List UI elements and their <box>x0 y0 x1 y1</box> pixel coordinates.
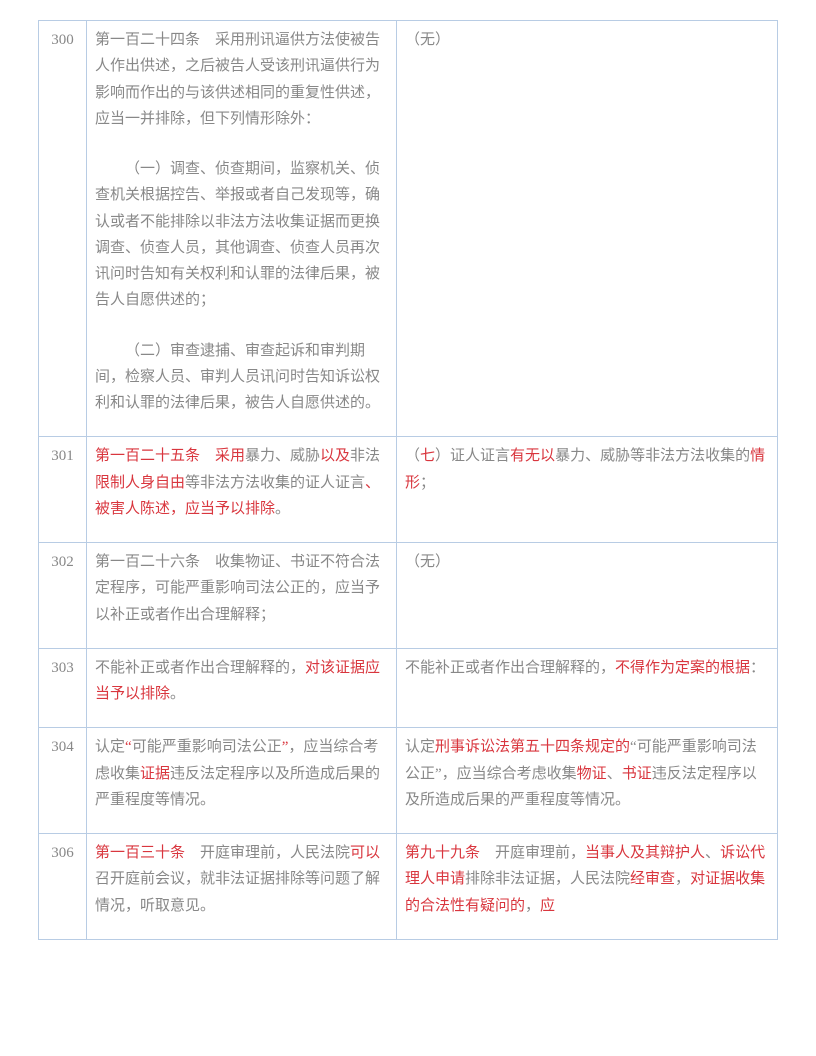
paragraph: （二）审查逮捕、审查起诉和审判期间，检察人员、审判人员讯问时告知诉讼权利和认罪的… <box>95 338 388 417</box>
text-segment: （ <box>405 448 420 464</box>
highlighted-text: 以及 <box>320 448 350 464</box>
table-row: 301 第一百二十五条 采用暴力、威胁以及非法限制人身自由等非法方法收集的证人证言… <box>39 437 778 543</box>
text-segment: 开庭审理前， <box>480 845 585 861</box>
highlighted-text: 刑事诉讼法第五十四条规定的 <box>435 739 630 755</box>
text-segment: 开庭审理前，人民法院 <box>185 845 350 861</box>
highlighted-text: 应 <box>540 898 555 914</box>
paragraph: 不能补正或者作出合理解释的，对该证据应当予以排除。 <box>95 655 388 708</box>
text-segment: 。 <box>275 501 290 517</box>
paragraph: （无） <box>405 549 769 575</box>
highlighted-text: 经审查 <box>630 871 675 887</box>
highlighted-text: 第一百二十五条 采用 <box>95 448 245 464</box>
content-cell: （无） <box>397 543 778 649</box>
content-cell: 不能补正或者作出合理解释的，不得作为定案的根据： <box>397 648 778 728</box>
highlighted-text: 七 <box>420 448 435 464</box>
content-cell: 认定刑事诉讼法第五十四条规定的“可能严重影响司法公正”，应当综合考虑收集物证、书… <box>397 728 778 834</box>
text-segment: 排除非法证据，人民法院 <box>465 871 630 887</box>
highlighted-text: 当事人及其辩护人 <box>585 845 705 861</box>
highlighted-text: 有无以 <box>510 448 555 464</box>
content-cell: （无） <box>397 21 778 437</box>
text-segment: 暴力、威胁等非法方法收集的 <box>555 448 750 464</box>
text-segment: ， <box>525 898 540 914</box>
paragraph: 第一百二十五条 采用暴力、威胁以及非法限制人身自由等非法方法收集的证人证言、被害… <box>95 443 388 522</box>
highlighted-text: 第一百三十条 <box>95 845 185 861</box>
paragraph: 认定“可能严重影响司法公正”，应当综合考虑收集证据违反法定程序以及所造成后果的严… <box>95 734 388 813</box>
highlighted-text: 书证 <box>622 766 652 782</box>
text-segment: 不能补正或者作出合理解释的， <box>405 660 615 676</box>
text-segment: 第一百二十四条 采用刑讯逼供方法使被告人作出供述，之后被告人受该刑讯逼供行为影响… <box>95 32 380 127</box>
text-segment: （无） <box>405 32 450 48</box>
text-segment: 认定 <box>95 739 125 755</box>
row-number: 303 <box>39 648 87 728</box>
text-segment: 、 <box>705 845 720 861</box>
content-cell: 不能补正或者作出合理解释的，对该证据应当予以排除。 <box>87 648 397 728</box>
paragraph: 认定刑事诉讼法第五十四条规定的“可能严重影响司法公正”，应当综合考虑收集物证、书… <box>405 734 769 813</box>
content-cell: （七）证人证言有无以暴力、威胁等非法方法收集的情形； <box>397 437 778 543</box>
content-cell: 认定“可能严重影响司法公正”，应当综合考虑收集证据违反法定程序以及所造成后果的严… <box>87 728 397 834</box>
paragraph: 第一百二十四条 采用刑讯逼供方法使被告人作出供述，之后被告人受该刑讯逼供行为影响… <box>95 27 388 132</box>
text-segment: 召开庭前会议，就非法证据排除等问题了解情况，听取意见。 <box>95 871 380 913</box>
highlighted-text: 第九十九条 <box>405 845 480 861</box>
text-segment: （一）调查、侦查期间，监察机关、侦查机关根据控告、举报或者自己发现等，确认或者不… <box>95 161 380 308</box>
text-segment: 认定 <box>405 739 435 755</box>
content-cell: 第一百二十六条 收集物证、书证不符合法定程序，可能严重影响司法公正的，应当予以补… <box>87 543 397 649</box>
paragraph: 第一百三十条 开庭审理前，人民法院可以召开庭前会议，就非法证据排除等问题了解情况… <box>95 840 388 919</box>
text-segment: ： <box>750 660 765 676</box>
paragraph: 不能补正或者作出合理解释的，不得作为定案的根据： <box>405 655 769 681</box>
text-segment: ， <box>675 871 690 887</box>
paragraph: （七）证人证言有无以暴力、威胁等非法方法收集的情形； <box>405 443 769 496</box>
content-cell: 第一百三十条 开庭审理前，人民法院可以召开庭前会议，就非法证据排除等问题了解情况… <box>87 834 397 940</box>
highlighted-text: 物证 <box>577 766 607 782</box>
text-segment: 非法 <box>350 448 380 464</box>
highlighted-text: “ <box>125 739 132 755</box>
text-segment: 可能严重影响司法公正 <box>132 739 282 755</box>
text-segment: 不能补正或者作出合理解释的， <box>95 660 305 676</box>
row-number: 306 <box>39 834 87 940</box>
highlighted-text: 不得作为定案的根据 <box>615 660 750 676</box>
row-number: 304 <box>39 728 87 834</box>
table-row: 300第一百二十四条 采用刑讯逼供方法使被告人作出供述，之后被告人受该刑讯逼供行… <box>39 21 778 437</box>
table-row: 303不能补正或者作出合理解释的，对该证据应当予以排除。不能补正或者作出合理解释… <box>39 648 778 728</box>
row-number: 301 <box>39 437 87 543</box>
table-row: 302第一百二十六条 收集物证、书证不符合法定程序，可能严重影响司法公正的，应当… <box>39 543 778 649</box>
text-segment: （二）审查逮捕、审查起诉和审判期间，检察人员、审判人员讯问时告知诉讼权利和认罪的… <box>95 343 380 412</box>
content-cell: 第九十九条 开庭审理前，当事人及其辩护人、诉讼代理人申请排除非法证据，人民法院经… <box>397 834 778 940</box>
text-segment: ； <box>420 475 435 491</box>
highlighted-text: 证据 <box>140 766 170 782</box>
text-segment: 。 <box>170 686 185 702</box>
text-segment: 、 <box>607 766 622 782</box>
table-row: 306第一百三十条 开庭审理前，人民法院可以召开庭前会议，就非法证据排除等问题了… <box>39 834 778 940</box>
text-segment: （无） <box>405 554 450 570</box>
text-segment: 暴力、威胁 <box>245 448 320 464</box>
row-number: 300 <box>39 21 87 437</box>
paragraph: （一）调查、侦查期间，监察机关、侦查机关根据控告、举报或者自己发现等，确认或者不… <box>95 156 388 314</box>
paragraph: 第一百二十六条 收集物证、书证不符合法定程序，可能严重影响司法公正的，应当予以补… <box>95 549 388 628</box>
content-cell: 第一百二十五条 采用暴力、威胁以及非法限制人身自由等非法方法收集的证人证言、被害… <box>87 437 397 543</box>
row-number: 302 <box>39 543 87 649</box>
text-segment: ）证人证言 <box>435 448 510 464</box>
paragraph: 第九十九条 开庭审理前，当事人及其辩护人、诉讼代理人申请排除非法证据，人民法院经… <box>405 840 769 919</box>
paragraph: （无） <box>405 27 769 53</box>
content-cell: 第一百二十四条 采用刑讯逼供方法使被告人作出供述，之后被告人受该刑讯逼供行为影响… <box>87 21 397 437</box>
text-segment: 等非法方法收集的证人证言 <box>185 475 365 491</box>
highlighted-text: 限制人身自由 <box>95 475 185 491</box>
text-segment: 第一百二十六条 收集物证、书证不符合法定程序，可能严重影响司法公正的，应当予以补… <box>95 554 380 623</box>
highlighted-text: 可以 <box>350 845 380 861</box>
table-row: 304认定“可能严重影响司法公正”，应当综合考虑收集证据违反法定程序以及所造成后… <box>39 728 778 834</box>
comparison-table: 300第一百二十四条 采用刑讯逼供方法使被告人作出供述，之后被告人受该刑讯逼供行… <box>38 20 778 940</box>
